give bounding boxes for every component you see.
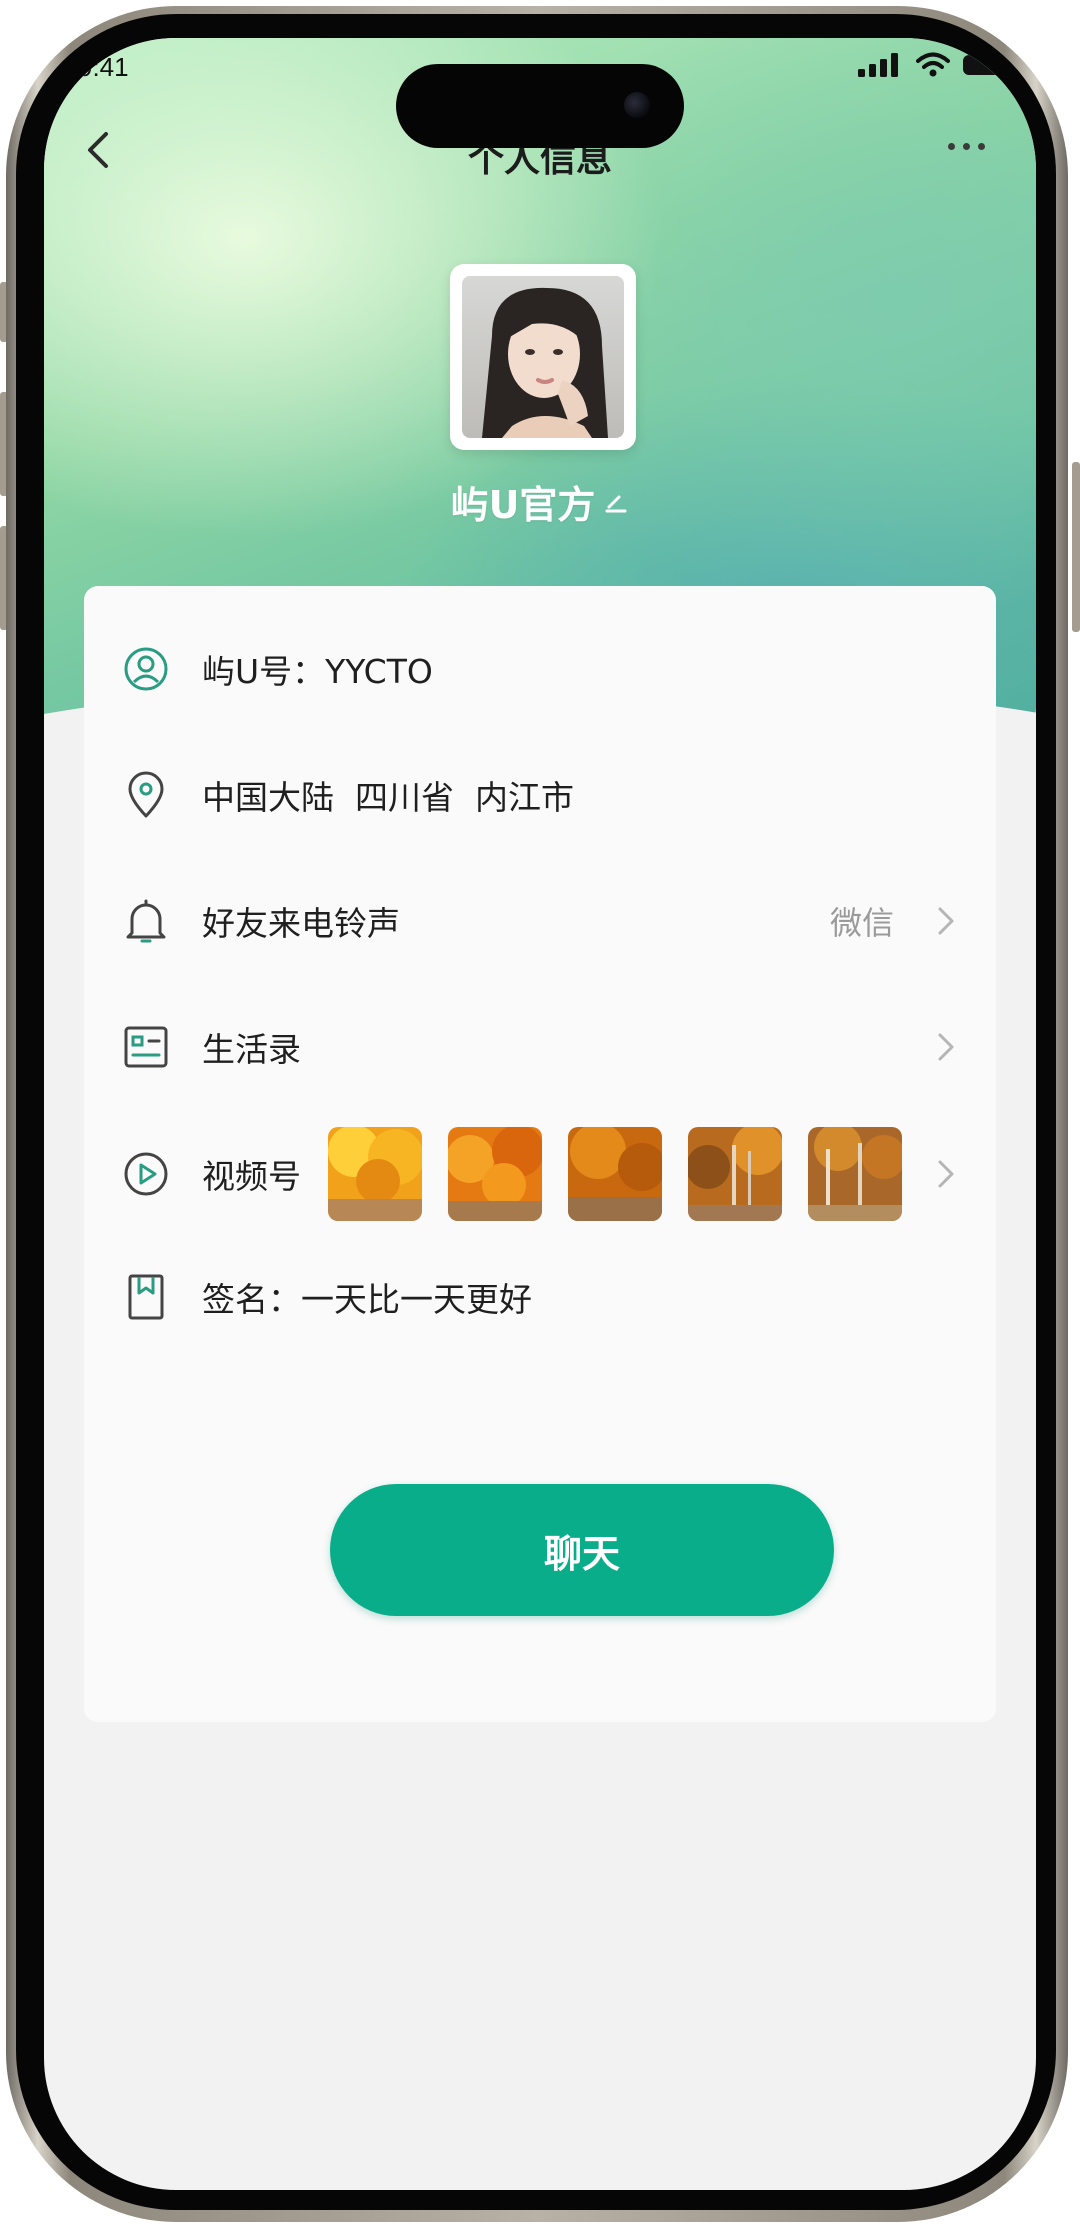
- channel-thumbnail[interactable]: [688, 1127, 782, 1221]
- chevron-right-icon: [938, 1033, 954, 1061]
- life-record-label: 生活录: [202, 1030, 301, 1069]
- channel-thumbnail[interactable]: [328, 1127, 422, 1221]
- power-button: [1072, 462, 1080, 632]
- location-label: 中国大陆 四川省 内江市: [202, 778, 574, 817]
- more-button[interactable]: [948, 136, 998, 156]
- status-icons: [858, 52, 1010, 78]
- channel-thumbnails: [328, 1127, 902, 1221]
- ringtone-label: 好友来电铃声: [202, 904, 400, 943]
- play-icon: [122, 1150, 170, 1198]
- status-time: 9:41: [78, 52, 129, 82]
- nickname-row: 屿U官方: [44, 474, 1036, 529]
- id-label: 屿U号：YYCTO: [202, 652, 433, 691]
- avatar-frame[interactable]: [450, 264, 636, 450]
- nickname: 屿U官方: [450, 483, 596, 527]
- info-card: 屿U号：YYCTO 中国大陆 四川省 内江市 好友来电铃声 微信 生活录 视频号…: [84, 586, 996, 1722]
- signal-icon: [858, 53, 898, 77]
- row-life-record[interactable]: 生活录: [84, 1002, 996, 1092]
- screen: 9:41 个人信息 屿U官方 屿U号：YYCTO 中国大陆 四川省 内江市 好友…: [44, 38, 1036, 2190]
- user-icon: [122, 645, 170, 693]
- row-channels[interactable]: 视频号: [84, 1126, 996, 1222]
- channel-thumbnail[interactable]: [568, 1127, 662, 1221]
- channel-thumbnail[interactable]: [808, 1127, 902, 1221]
- edit-icon[interactable]: [603, 489, 629, 515]
- chat-button[interactable]: 聊天: [330, 1484, 834, 1616]
- signature-label: 签名：一天比一天更好: [202, 1280, 532, 1319]
- battery-icon: [963, 55, 1009, 75]
- location-icon: [122, 771, 170, 819]
- more-icon: [948, 142, 985, 150]
- channels-label: 视频号: [202, 1157, 301, 1196]
- back-icon: [88, 132, 108, 168]
- bell-icon: [122, 897, 170, 945]
- row-ringtone[interactable]: 好友来电铃声 微信: [84, 876, 996, 966]
- row-signature: 签名：一天比一天更好: [84, 1252, 996, 1342]
- avatar: [462, 276, 624, 438]
- row-id: 屿U号：YYCTO: [84, 624, 996, 714]
- dynamic-island: [396, 64, 684, 148]
- chevron-right-icon: [938, 1160, 954, 1188]
- channel-thumbnail[interactable]: [448, 1127, 542, 1221]
- wifi-icon: [916, 52, 950, 77]
- card-icon: [122, 1023, 170, 1071]
- ringtone-value: 微信: [829, 904, 894, 942]
- bookmark-icon: [122, 1273, 170, 1321]
- row-location: 中国大陆 四川省 内江市: [84, 750, 996, 840]
- back-button[interactable]: [78, 120, 118, 180]
- chevron-right-icon: [938, 907, 954, 935]
